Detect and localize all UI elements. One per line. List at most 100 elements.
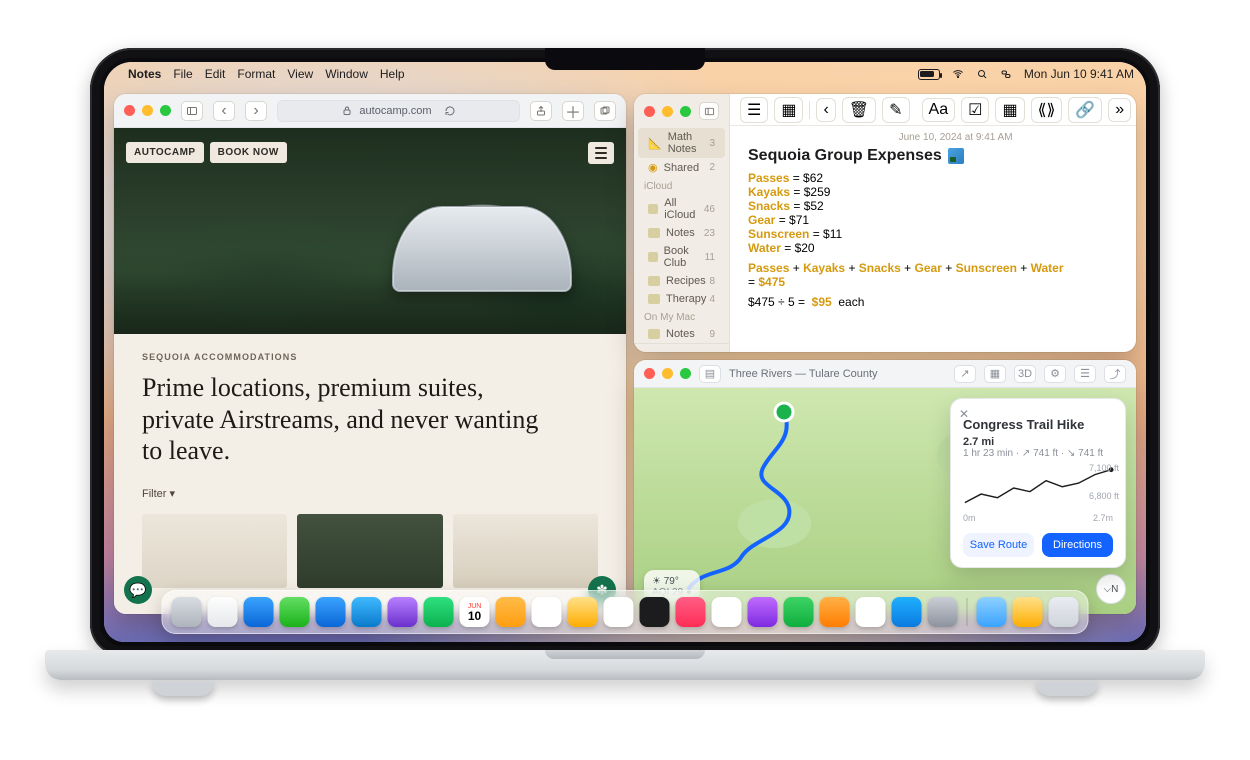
map-3d-icon[interactable]: 3D: [1014, 365, 1036, 383]
menu-help[interactable]: Help: [380, 67, 405, 81]
minimize-button[interactable]: [662, 368, 673, 379]
checklist-icon[interactable]: ☑︎: [961, 97, 989, 123]
view-grid-icon[interactable]: ▦: [774, 97, 803, 123]
menu-format[interactable]: Format: [237, 67, 275, 81]
dock-mail-icon[interactable]: [316, 597, 346, 627]
menu-edit[interactable]: Edit: [205, 67, 226, 81]
tabs-icon[interactable]: [594, 101, 616, 121]
battery-icon[interactable]: [918, 69, 940, 80]
brand-badge[interactable]: AUTOCAMP: [126, 142, 204, 163]
card-2[interactable]: [297, 514, 442, 588]
minimize-button[interactable]: [142, 105, 153, 116]
wifi-icon[interactable]: [952, 68, 964, 80]
menu-window[interactable]: Window: [325, 67, 368, 81]
sidebar-item-therapy[interactable]: Therapy4: [638, 290, 725, 308]
menu-file[interactable]: File: [173, 67, 192, 81]
view-list-icon[interactable]: ☰: [740, 97, 768, 123]
settings-icon[interactable]: ⚙︎: [1044, 365, 1066, 383]
reload-icon[interactable]: [444, 105, 456, 117]
dock-messages-icon[interactable]: [280, 597, 310, 627]
dock-tv-icon[interactable]: [640, 597, 670, 627]
dock-music-icon[interactable]: [676, 597, 706, 627]
route-title: Congress Trail Hike: [963, 417, 1113, 432]
nav-back-icon[interactable]: ‹: [816, 98, 835, 122]
zoom-button[interactable]: [680, 368, 691, 379]
dock-news-icon[interactable]: [712, 597, 742, 627]
forward-button[interactable]: ›: [245, 101, 267, 121]
directions-button[interactable]: Directions: [1042, 533, 1113, 557]
zoom-button[interactable]: [160, 105, 171, 116]
menu-view[interactable]: View: [287, 67, 313, 81]
dock-numbers-icon[interactable]: [784, 597, 814, 627]
back-button[interactable]: ‹: [213, 101, 235, 121]
sidebar-toggle-icon[interactable]: ▤: [699, 365, 721, 383]
route-icon[interactable]: ↗: [954, 365, 976, 383]
minimize-button[interactable]: [662, 106, 673, 117]
text-style-icon[interactable]: Aa: [922, 98, 956, 122]
compass-icon[interactable]: ⌵ N: [1096, 574, 1126, 604]
map-mode-icon[interactable]: ▦: [984, 365, 1006, 383]
close-button[interactable]: [644, 368, 655, 379]
sidebar-item-all-icloud[interactable]: All iCloud46: [638, 194, 725, 224]
book-now-button[interactable]: BOOK NOW: [210, 142, 287, 163]
note-body[interactable]: Sequoia Group Expenses Passes = $62Kayak…: [730, 145, 1136, 319]
dock-reminders-icon[interactable]: [532, 597, 562, 627]
dock-finder-icon[interactable]: [172, 597, 202, 627]
dock-launchpad-icon[interactable]: [208, 597, 238, 627]
card-close-icon[interactable]: ✕: [959, 407, 969, 421]
compose-icon[interactable]: ✎: [882, 97, 909, 123]
trash-icon[interactable]: 🗑: [842, 97, 876, 123]
sidebar-item-book-club[interactable]: Book Club11: [638, 242, 725, 272]
search-icon[interactable]: [976, 68, 988, 80]
dock-freeform-icon[interactable]: [604, 597, 634, 627]
site-menu-icon[interactable]: [588, 142, 614, 164]
dock-iphone-mirroring-icon[interactable]: [856, 597, 886, 627]
route-distance: 2.7 mi: [963, 436, 1113, 448]
dock-contacts-icon[interactable]: [496, 597, 526, 627]
axis-left: 0m: [963, 513, 976, 523]
new-folder-button[interactable]: ＋ New Folder: [634, 343, 729, 352]
more-icon[interactable]: »: [1108, 98, 1131, 122]
card-1[interactable]: [142, 514, 287, 588]
dock-recent-notes-icon[interactable]: [1013, 597, 1043, 627]
sidebar-item-notes[interactable]: Notes23: [638, 224, 725, 242]
sidebar-toggle-icon[interactable]: [181, 101, 203, 121]
filter-dropdown[interactable]: Filter ▾: [142, 487, 598, 500]
card-3[interactable]: [453, 514, 598, 588]
sidebar-item-onmac-notes[interactable]: Notes9: [638, 325, 725, 343]
menubar-clock[interactable]: Mon Jun 10 9:41 AM: [1024, 67, 1134, 81]
dock-notes-icon[interactable]: [568, 597, 598, 627]
dock-downloads-icon[interactable]: [977, 597, 1007, 627]
dock-trash-icon[interactable]: [1049, 597, 1079, 627]
menu-app-name[interactable]: Notes: [128, 67, 161, 81]
dock-safari-icon[interactable]: [244, 597, 274, 627]
share-icon[interactable]: [530, 101, 552, 121]
layers-icon[interactable]: ☰: [1074, 365, 1096, 383]
sidebar-item-shared[interactable]: ◉ Shared 2: [638, 158, 725, 177]
table-icon[interactable]: ▦: [995, 97, 1024, 123]
share-icon[interactable]: ⤴︎: [1104, 365, 1126, 383]
close-button[interactable]: [124, 105, 135, 116]
link-icon[interactable]: 🔗: [1068, 97, 1102, 123]
sidebar-item-recipes[interactable]: Recipes8: [638, 272, 725, 290]
save-route-button[interactable]: Save Route: [963, 533, 1034, 557]
sidebar-toggle-icon[interactable]: [699, 102, 719, 120]
dock-facetime-icon[interactable]: [424, 597, 454, 627]
new-tab-icon[interactable]: ＋: [562, 101, 584, 121]
address-host: autocamp.com: [359, 105, 431, 117]
media-icon[interactable]: ⟪⟫: [1031, 97, 1063, 123]
zoom-button[interactable]: [680, 106, 691, 117]
dock-appstore-icon[interactable]: [892, 597, 922, 627]
sidebar-item-math-notes[interactable]: 📐 Math Notes 3: [638, 128, 725, 158]
control-center-icon[interactable]: [1000, 68, 1012, 80]
dock-maps-icon[interactable]: [352, 597, 382, 627]
map-canvas[interactable]: ☀︎ 79° AQI 29 ● ⌵ N ✕ Congress Trail Hik…: [634, 388, 1136, 614]
close-button[interactable]: [644, 106, 655, 117]
chat-fab-icon[interactable]: 💬: [124, 576, 152, 604]
dock-system-settings-icon[interactable]: [928, 597, 958, 627]
address-bar[interactable]: autocamp.com: [277, 100, 520, 122]
dock-photos-icon[interactable]: [388, 597, 418, 627]
dock-pages-icon[interactable]: [820, 597, 850, 627]
dock-podcasts-icon[interactable]: [748, 597, 778, 627]
dock-calendar-icon[interactable]: JUN10: [460, 597, 490, 627]
